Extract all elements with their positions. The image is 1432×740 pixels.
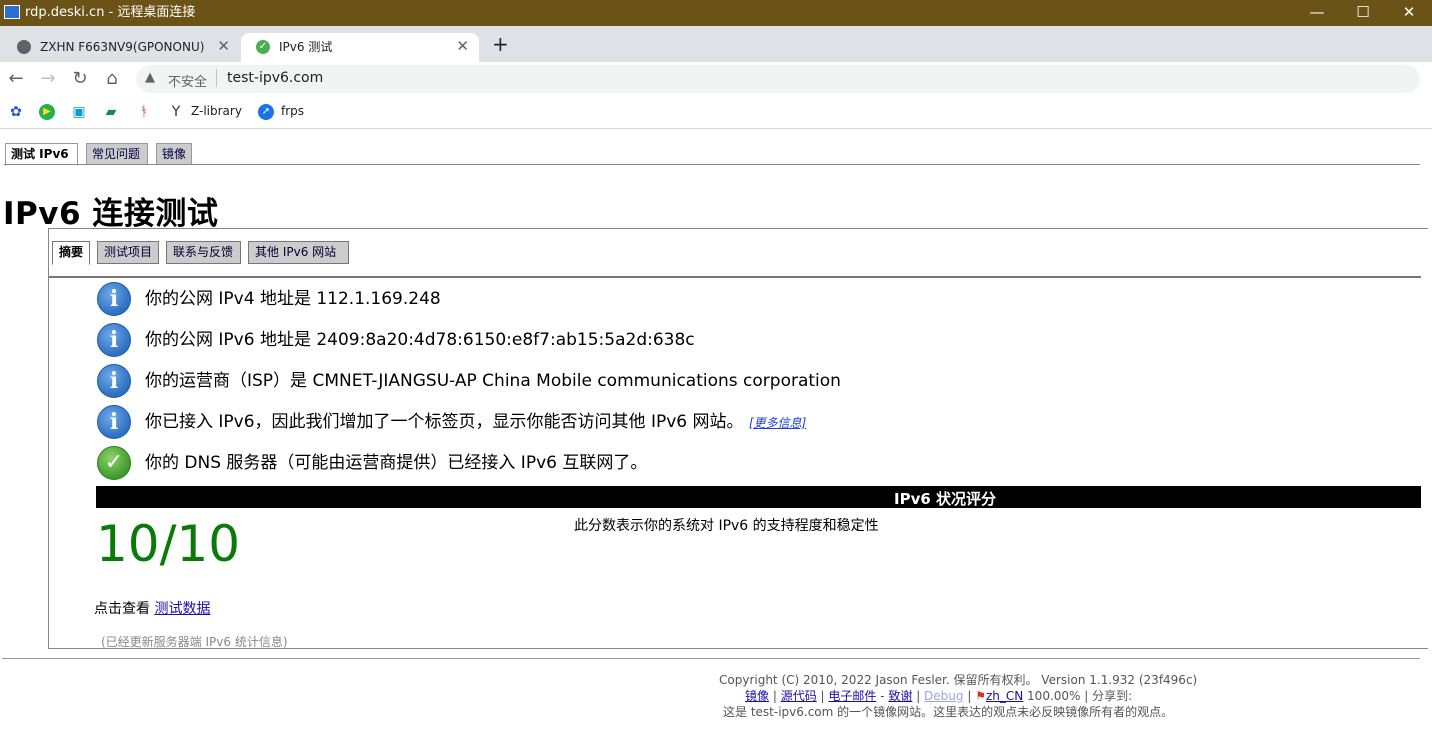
address-bar[interactable]: ▲ 不安全 test-ipv6.com bbox=[136, 65, 1420, 93]
tab-test-ipv6[interactable]: 测试 IPv6 bbox=[5, 143, 78, 166]
more-info-link[interactable]: [更多信息] bbox=[749, 416, 806, 430]
z-library-icon[interactable]: Y bbox=[168, 104, 184, 120]
copyright-text: Copyright (C) 2010, 2022 Jason Fesler. 保… bbox=[719, 673, 1198, 687]
info-icon: i bbox=[97, 282, 131, 316]
runner-icon[interactable]: ᚬ bbox=[136, 104, 152, 120]
tab-other-sites[interactable]: 其他 IPv6 网站 bbox=[248, 241, 349, 264]
isp-result: 你的运营商（ISP）是 CMNET-JIANGSU-AP China Mobil… bbox=[145, 371, 841, 391]
score-header-bar: IPv6 状况评分 bbox=[96, 486, 1421, 508]
locale-link[interactable]: zh_CN bbox=[986, 689, 1023, 703]
flag-icon: ⚑ bbox=[975, 689, 986, 703]
test-data-line: 点击查看 测试数据 bbox=[94, 598, 210, 618]
video-play-icon[interactable]: ▶ bbox=[39, 104, 55, 120]
tab-close-icon[interactable]: ✕ bbox=[456, 37, 469, 55]
new-tab-button[interactable]: + bbox=[492, 33, 509, 55]
click-prefix: 点击查看 bbox=[94, 601, 150, 617]
globe-icon bbox=[17, 40, 31, 54]
frps-rocket-icon[interactable]: ➚ bbox=[258, 104, 274, 120]
check-favicon-icon: ✓ bbox=[256, 40, 270, 54]
window-title: rdp.deski.cn - 远程桌面连接 bbox=[25, 5, 196, 20]
bilibili-tv-icon[interactable]: ▣ bbox=[71, 104, 87, 120]
ipv6-result: 你的公网 IPv6 地址是 2409:8a20:4d78:6150:e8f7:a… bbox=[145, 330, 695, 350]
browser-tab-router[interactable]: ZXHN F663NV9(GPONONU) ✕ bbox=[2, 33, 240, 62]
url-text[interactable]: test-ipv6.com bbox=[227, 70, 323, 86]
share-label: 分享到: bbox=[1092, 689, 1133, 703]
ipv4-result: 你的公网 IPv4 地址是 112.1.169.248 bbox=[145, 289, 441, 309]
stats-updated-note: (已经更新服务器端 IPv6 统计信息) bbox=[101, 635, 288, 649]
address-separator bbox=[216, 69, 217, 87]
bookmark-z-library[interactable]: Z-library bbox=[191, 104, 242, 118]
warning-triangle-icon[interactable]: ▲ bbox=[145, 70, 155, 85]
tab-divider bbox=[4, 164, 1420, 165]
tab-contact[interactable]: 联系与反馈 bbox=[166, 241, 241, 264]
bookmarks-bar: ✿ ▶ ▣ ▰ ᚬ Y Z-library ➚ frps bbox=[0, 96, 1432, 129]
footer-dash: - bbox=[876, 689, 889, 703]
tab-added-text: 你已接入 IPv6，因此我们增加了一个标签页，显示你能否访问其他 IPv6 网站… bbox=[145, 412, 744, 432]
check-icon: ✓ bbox=[97, 446, 131, 480]
score-header: IPv6 状况评分 bbox=[894, 490, 997, 508]
inner-tab-divider bbox=[49, 276, 1421, 278]
source-link[interactable]: 源代码 bbox=[781, 689, 817, 703]
close-window-button[interactable]: ✕ bbox=[1386, 0, 1432, 26]
tab-strip: ZXHN F663NV9(GPONONU) ✕ ✓ IPv6 测试 ✕ bbox=[0, 26, 1432, 62]
security-status[interactable]: 不安全 bbox=[168, 71, 207, 90]
bookmark-frps[interactable]: frps bbox=[281, 104, 304, 118]
debug-link[interactable]: Debug bbox=[924, 689, 963, 703]
page-title: IPv6 连接测试 bbox=[3, 196, 219, 232]
tab-summary[interactable]: 摘要 bbox=[52, 241, 90, 265]
tab-close-icon[interactable]: ✕ bbox=[217, 37, 230, 55]
browser-tab-ipv6-test[interactable]: ✓ IPv6 测试 ✕ bbox=[241, 33, 479, 62]
mirror-notice: 这是 test-ipv6.com 的一个镜像网站。这里表达的观点未必反映镜像所有… bbox=[723, 705, 1174, 719]
tab-mirrors[interactable]: 镜像 bbox=[156, 143, 192, 165]
forward-arrow-icon[interactable]: → bbox=[37, 68, 59, 90]
window-titlebar: rdp.deski.cn - 远程桌面连接 — ☐ ✕ bbox=[0, 0, 1432, 26]
reload-icon[interactable]: ↻ bbox=[69, 68, 91, 90]
footer-divider bbox=[2, 658, 1420, 659]
maximize-button[interactable]: ☐ bbox=[1340, 0, 1386, 26]
dns-result: 你的 DNS 服务器（可能由运营商提供）已经接入 IPv6 互联网了。 bbox=[145, 453, 648, 473]
test-data-link[interactable]: 测试数据 bbox=[154, 601, 210, 617]
info-icon: i bbox=[97, 405, 131, 439]
thanks-link[interactable]: 致谢 bbox=[888, 689, 912, 703]
tab-tests-run[interactable]: 测试项目 bbox=[97, 241, 159, 264]
tab-faq[interactable]: 常见问题 bbox=[86, 143, 148, 165]
info-icon: i bbox=[97, 323, 131, 357]
back-arrow-icon[interactable]: ← bbox=[5, 68, 27, 90]
mirror-link[interactable]: 镜像 bbox=[745, 689, 769, 703]
minimize-button[interactable]: — bbox=[1294, 0, 1340, 26]
map-book-icon[interactable]: ▰ bbox=[103, 104, 119, 120]
tab-label: IPv6 测试 bbox=[279, 40, 333, 54]
info-icon: i bbox=[97, 364, 131, 398]
home-icon[interactable]: ⌂ bbox=[101, 68, 123, 90]
footer-links: 镜像 | 源代码 | 电子邮件 - 致谢 | Debug | ⚑zh_CN 10… bbox=[745, 689, 1133, 703]
score-description: 此分数表示你的系统对 IPv6 的支持程度和稳定性 bbox=[574, 518, 879, 534]
score-value: 10/10 bbox=[96, 515, 241, 573]
email-link[interactable]: 电子邮件 bbox=[828, 689, 876, 703]
remote-desktop-icon bbox=[4, 5, 20, 19]
tab-added-result: 你已接入 IPv6，因此我们增加了一个标签页，显示你能否访问其他 IPv6 网站… bbox=[145, 407, 806, 432]
locale-percent: 100.00% bbox=[1027, 689, 1081, 703]
baidu-paw-icon[interactable]: ✿ bbox=[8, 104, 24, 120]
tab-label: ZXHN F663NV9(GPONONU) bbox=[40, 40, 205, 54]
